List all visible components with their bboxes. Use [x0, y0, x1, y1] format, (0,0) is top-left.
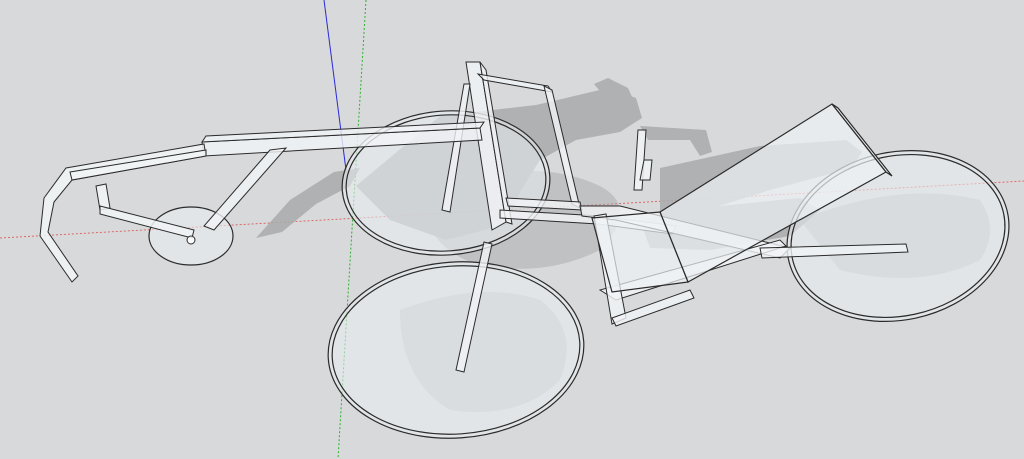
model-scene[interactable]	[0, 0, 1024, 459]
shadow-handle	[640, 126, 712, 156]
crank-arm-tube[interactable]	[203, 147, 288, 231]
3d-viewport[interactable]	[0, 0, 1024, 459]
wheels[interactable]	[148, 104, 1024, 447]
pedal-left[interactable]	[95, 183, 111, 211]
bottom-bracket[interactable]	[186, 235, 196, 245]
right-front-wheel[interactable]	[322, 253, 590, 446]
